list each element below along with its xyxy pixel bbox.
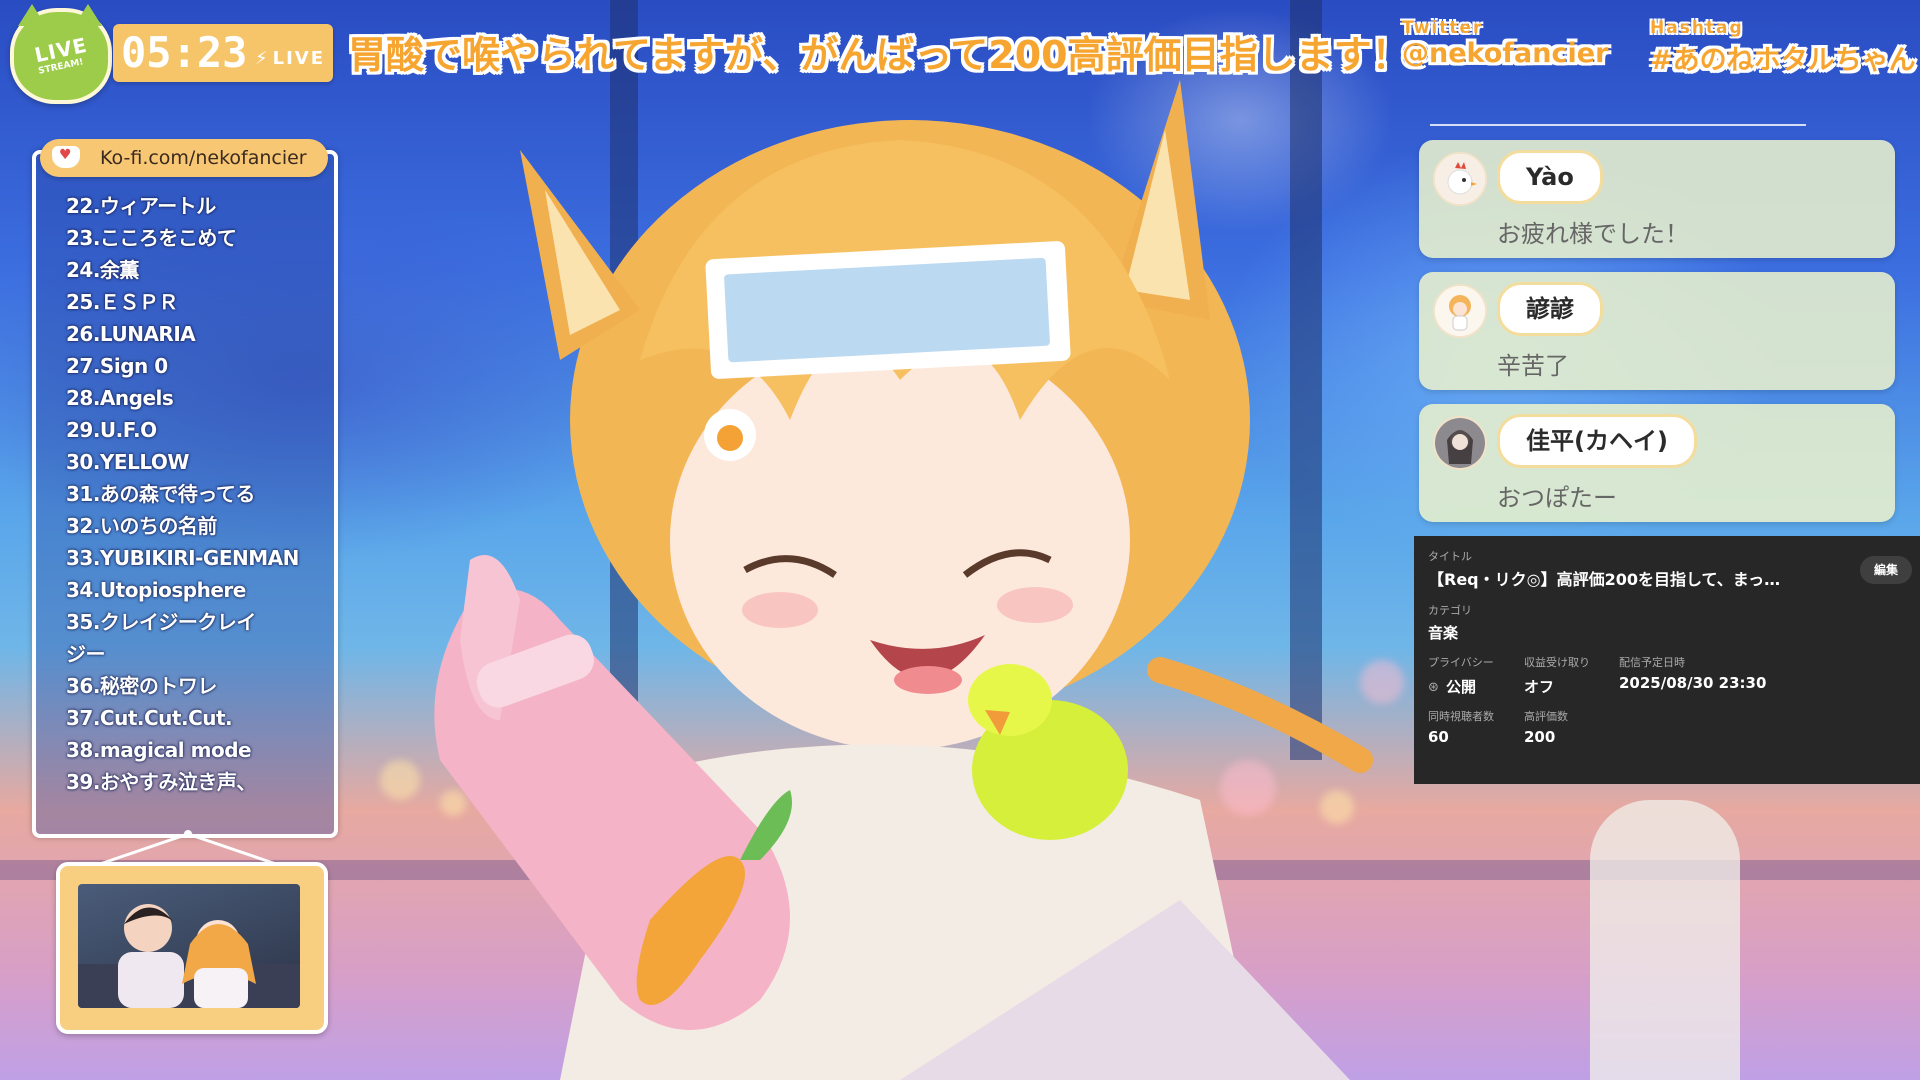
monetization-value: オフ: [1524, 678, 1555, 696]
category-value: 音楽: [1428, 624, 1459, 642]
setlist-item: 38.magical mode: [66, 738, 252, 762]
twitter-label: Twitter: [1402, 18, 1484, 38]
setlist: 22.ウィアートル 23.こころをこめて 24.余薫 25.ＥＳＰＲ 26.LU…: [66, 190, 328, 798]
setlist-item: 24.余薫: [66, 258, 139, 282]
likes-label: 高評価数: [1524, 710, 1568, 723]
chat-divider: [1430, 124, 1806, 126]
frame-hanger-string: [99, 830, 277, 864]
chat-text: 辛苦了: [1497, 352, 1569, 380]
stream-clock: 05:23 ⚡ LIVE: [113, 24, 333, 82]
heart-icon: ♥: [59, 147, 72, 163]
setlist-item: 28.Angels: [66, 386, 174, 410]
setlist-item: 37.Cut.Cut.Cut.: [66, 706, 233, 730]
stream-title: 【Req・リク◎】高評価200を目指して、まっ…: [1428, 570, 1781, 589]
chat-username: 諺諺: [1497, 282, 1603, 336]
likes-value: 200: [1524, 728, 1556, 746]
setlist-item: 32.いのちの名前: [66, 514, 217, 538]
setlist-item: 22.ウィアートル: [66, 194, 216, 218]
photo-frame: [56, 862, 328, 1034]
setlist-item: 26.LUNARIA: [66, 322, 196, 346]
kofi-banner[interactable]: ♥ Ko-fi.com/nekofancier: [40, 139, 328, 177]
schedule-value: 2025/08/30 23:30: [1619, 674, 1767, 692]
hashtag-label: Hashtag: [1650, 18, 1744, 38]
setlist-item: 35.クレイジークレイ: [66, 610, 256, 634]
chat-username: Yào: [1497, 150, 1603, 204]
setlist-item: 23.こころをこめて: [66, 226, 237, 250]
clock-time: 05:23: [121, 28, 248, 77]
monetization-label: 収益受け取り: [1524, 656, 1590, 669]
rooster-avatar: [1433, 152, 1487, 206]
twitter-handle: @nekofancier: [1402, 38, 1609, 69]
stream-headline: 胃酸で喉やられてますが、がんばって200高評価目指します！: [348, 33, 1410, 77]
duo-photo-image: [78, 884, 300, 1008]
viewers-value: 60: [1428, 728, 1449, 746]
schedule-label: 配信予定日時: [1619, 656, 1685, 669]
globe-icon: ⊛: [1428, 680, 1439, 695]
viewers-label: 同時視聴者数: [1428, 710, 1494, 723]
category-label: カテゴリ: [1428, 604, 1472, 617]
setlist-item: 33.YUBIKIRI-GENMAN: [66, 546, 299, 570]
chat-text: おつぽたー: [1497, 484, 1617, 512]
privacy-label: プライバシー: [1428, 656, 1494, 669]
setlist-item: ジー: [66, 642, 106, 666]
chat-message: 佳平(カヘイ) おつぽたー: [1419, 404, 1895, 522]
twitter-block: Twitter @nekofancier: [1402, 18, 1608, 69]
hashtag-block: Hashtag #あのねホタルちゃん: [1650, 18, 1916, 77]
setlist-item: 30.YELLOW: [66, 450, 189, 474]
lightning-icon: ⚡: [255, 48, 268, 69]
chat-message: Yào お疲れ様でした！: [1419, 140, 1895, 258]
stream-info-panel: タイトル 【Req・リク◎】高評価200を目指して、まっ… 編集 カテゴリ 音楽…: [1414, 536, 1920, 784]
chat-text: お疲れ様でした！: [1497, 220, 1689, 248]
chibi-avatar: [1433, 284, 1487, 338]
setlist-item: 31.あの森で待ってる: [66, 482, 255, 506]
hashtag-value: #あのねホタルちゃん: [1650, 45, 1916, 76]
background-figure: [1590, 800, 1740, 1080]
chat-username: 佳平(カヘイ): [1497, 414, 1697, 468]
badge-ear-icon: [74, 4, 102, 26]
clock-live-label: LIVE: [272, 48, 325, 69]
chat-message: 諺諺 辛苦了: [1419, 272, 1895, 390]
kofi-url: Ko-fi.com/nekofancier: [100, 147, 307, 169]
badge-ear-icon: [18, 4, 46, 26]
privacy-value: 公開: [1446, 678, 1477, 696]
photo-avatar: [1433, 416, 1487, 470]
live-stream-badge: LIVE STREAM!: [10, 4, 112, 104]
title-label: タイトル: [1428, 550, 1472, 563]
setlist-item: 39.おやすみ泣き声、: [66, 770, 256, 794]
setlist-item: 29.U.F.O: [66, 418, 157, 442]
setlist-item: 25.ＥＳＰＲ: [66, 290, 178, 314]
edit-button[interactable]: 編集: [1860, 556, 1912, 584]
setlist-item: 34.Utopiosphere: [66, 578, 246, 602]
setlist-item: 27.Sign 0: [66, 354, 168, 378]
setlist-item: 36.秘密のトワレ: [66, 674, 217, 698]
